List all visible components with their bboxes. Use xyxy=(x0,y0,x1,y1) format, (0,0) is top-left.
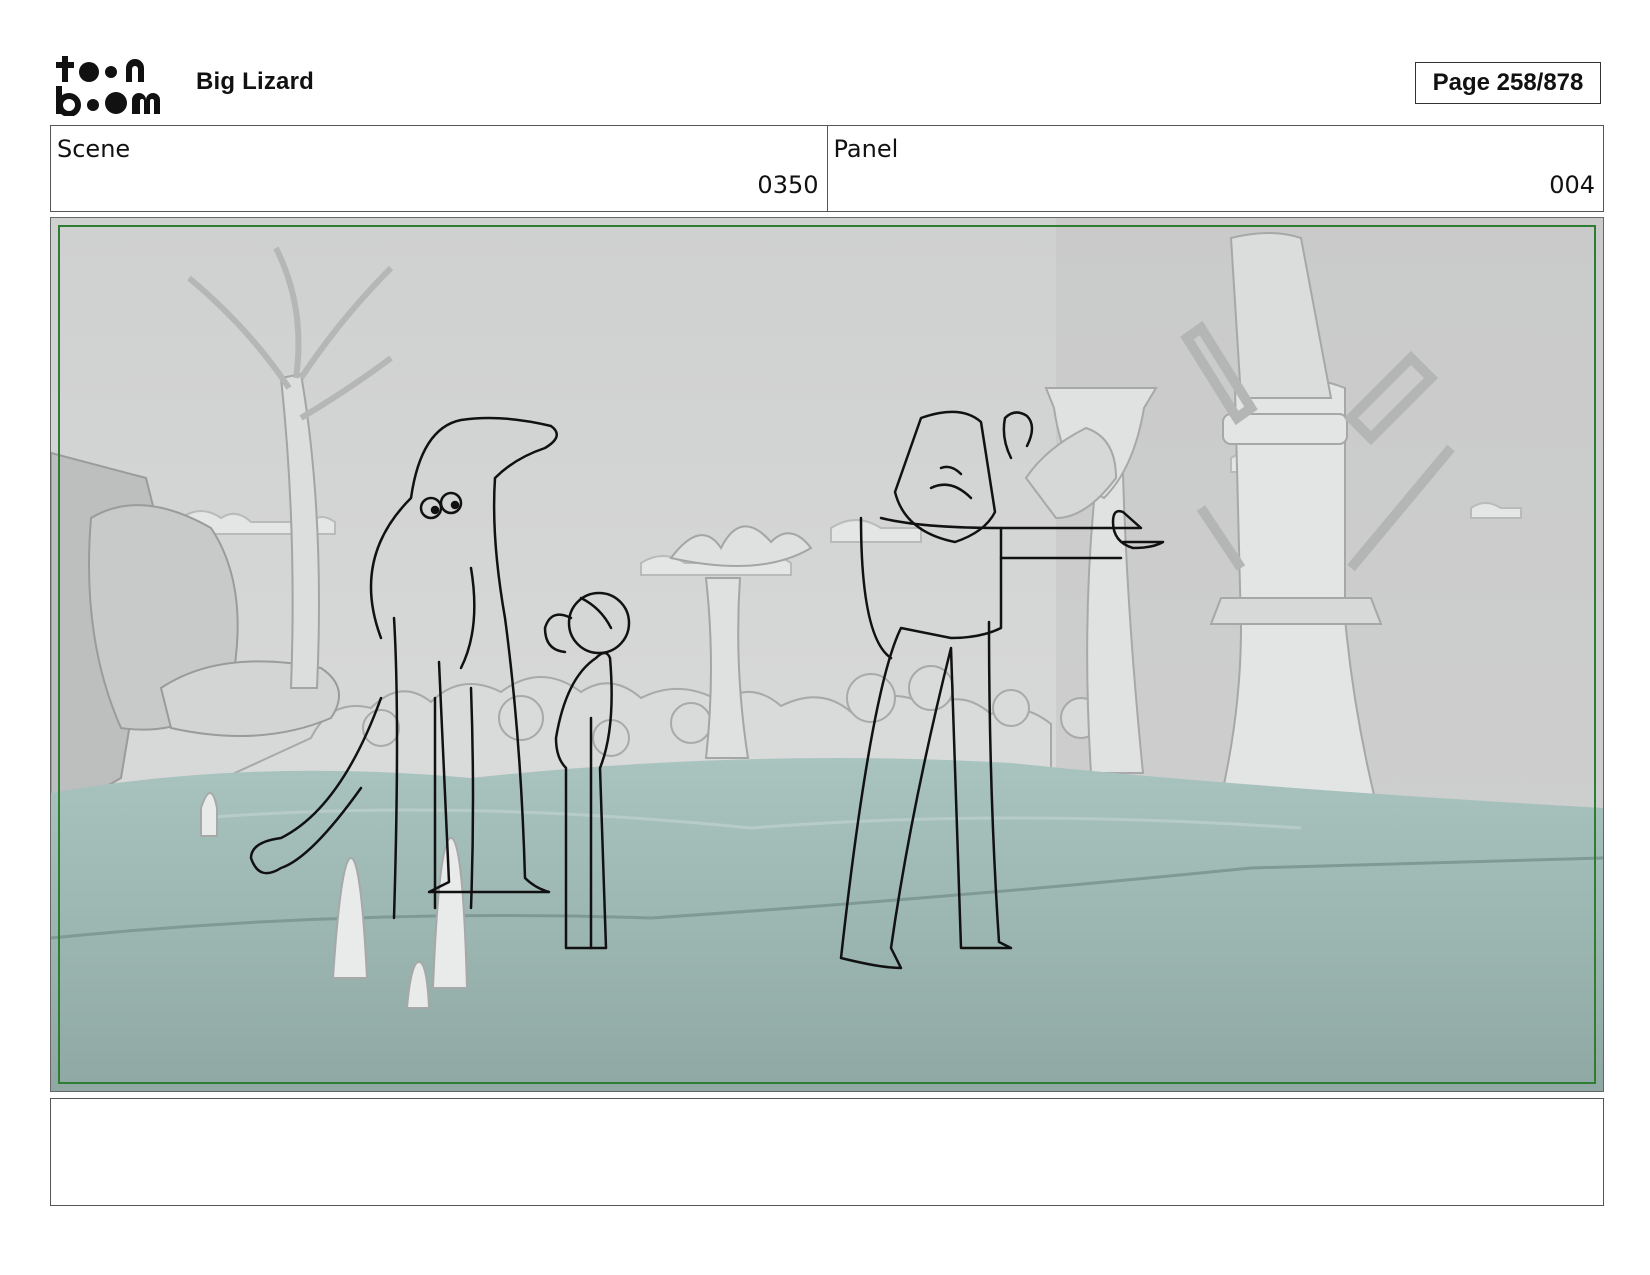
page-number: Page 258/878 xyxy=(1415,62,1601,104)
scene-number: 0350 xyxy=(757,171,819,199)
panel-number: 004 xyxy=(1549,171,1595,199)
project-title: Big Lizard xyxy=(196,68,315,95)
scene-label: Scene xyxy=(57,135,131,163)
ground xyxy=(51,758,1603,1091)
storyboard-panel xyxy=(50,217,1604,1092)
panel-label: Panel xyxy=(833,135,899,163)
scene-cell: Scene 0350 xyxy=(51,126,827,211)
scene-panel-info: Scene 0350 Panel 004 xyxy=(50,125,1604,212)
storyboard-drawing xyxy=(51,218,1603,1091)
panel-cell: Panel 004 xyxy=(826,126,1604,211)
caption-box xyxy=(50,1098,1604,1206)
toon-boom-logo xyxy=(56,56,160,116)
